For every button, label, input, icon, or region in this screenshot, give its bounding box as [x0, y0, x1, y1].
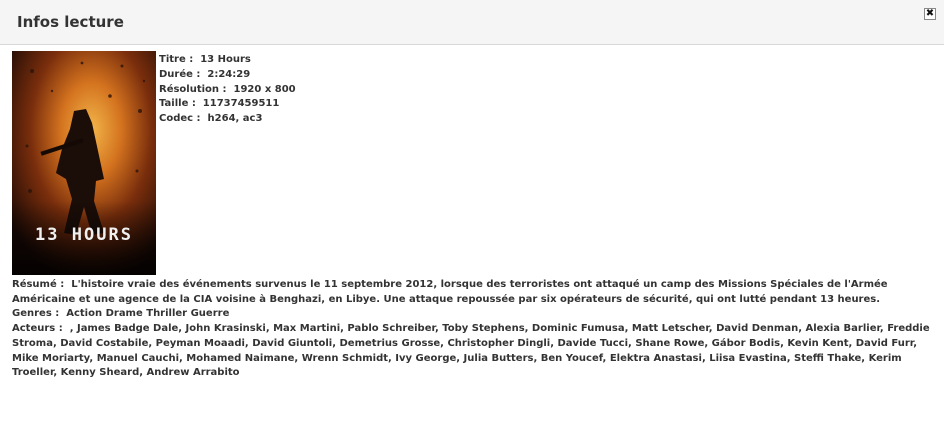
spec-label: Taille :	[159, 98, 196, 110]
acteurs-text: , James Badge Dale, John Krasinski, Max …	[12, 323, 930, 379]
spec-duree: Durée : 2:24:29	[159, 68, 296, 83]
spec-label: Résolution :	[159, 83, 227, 95]
media-specs: Titre : 13 Hours Durée : 2:24:29 Résolut…	[159, 53, 296, 127]
genres-label: Genres :	[12, 308, 60, 320]
resume-text: L'histoire vraie des événements survenus…	[12, 279, 888, 305]
spec-titre: Titre : 13 Hours	[159, 53, 296, 68]
dialog-title: Infos lecture	[17, 13, 124, 31]
spec-label: Durée :	[159, 68, 201, 80]
spec-value: 1920 x 800	[233, 83, 296, 95]
poster-title-text: 13 HOURS	[35, 225, 133, 245]
spec-label: Titre :	[159, 54, 194, 65]
movie-details: Résumé : L'histoire vraie des événements…	[12, 278, 932, 381]
spec-value: 2:24:29	[207, 68, 251, 80]
acteurs-paragraph: Acteurs : , James Badge Dale, John Krasi…	[12, 322, 932, 381]
resume-label: Résumé :	[12, 279, 65, 290]
poster-artwork: 13 HOURS	[12, 51, 156, 275]
spec-value: 11737459511	[202, 98, 280, 110]
info-dialog: Infos lecture ✖ 13 HOURS Titre: 13 Hour…	[0, 0, 944, 428]
spec-label: Codec :	[159, 113, 201, 125]
genres-paragraph: Genres : Action Drame Thriller Guerre	[12, 307, 932, 322]
genres-text: Action Drame Thriller Guerre	[66, 308, 230, 320]
movie-poster: 13 HOURS	[12, 51, 156, 275]
close-icon[interactable]: ✖	[924, 8, 936, 20]
acteurs-label: Acteurs :	[12, 323, 63, 335]
spec-codec: Codec : h264, ac3	[159, 112, 296, 127]
spec-value: 13 Hours	[200, 54, 251, 65]
dialog-header: Infos lecture ✖	[0, 0, 944, 45]
spec-value: h264, ac3	[207, 113, 263, 125]
resume-paragraph: Résumé : L'histoire vraie des événements…	[12, 278, 932, 307]
spec-resolution: Résolution : 1920 x 800	[159, 83, 296, 98]
spec-taille: Taille : 11737459511	[159, 97, 296, 112]
